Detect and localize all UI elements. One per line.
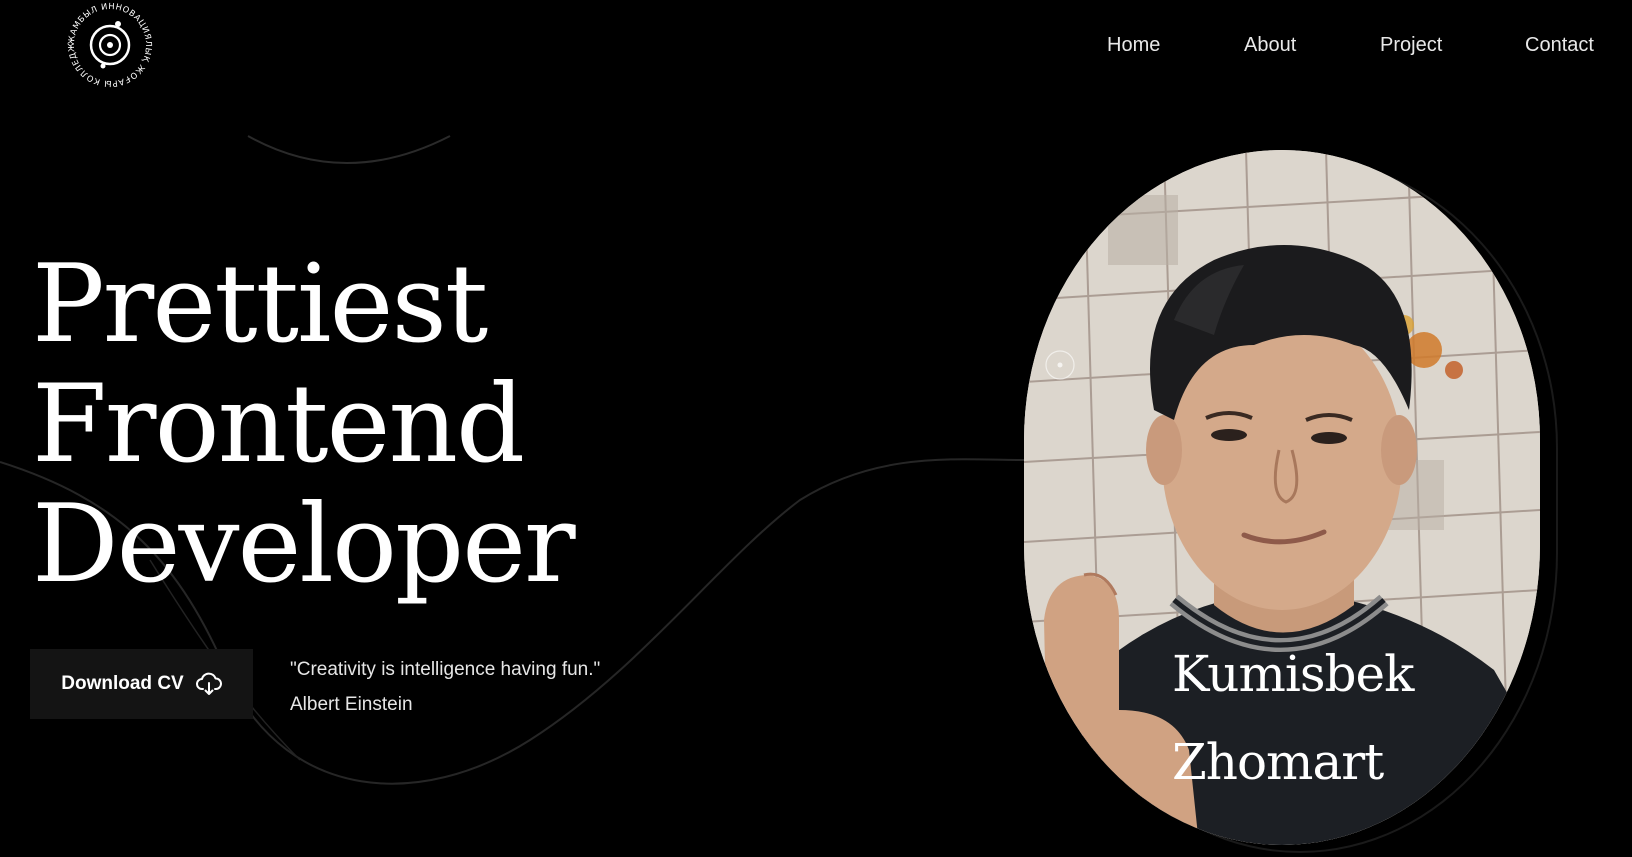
portrait-first-name: Kumisbek: [1172, 645, 1414, 703]
quote-block: "Creativity is intelligence having fun."…: [290, 652, 600, 722]
portrait-name: Kumisbek Zhomart: [1172, 630, 1414, 806]
portrait-frame: Kumisbek Zhomart: [1024, 150, 1558, 853]
hero-title-line-1: Prettiest: [32, 242, 488, 367]
hero-title-line-2: Frontend: [32, 362, 525, 487]
nav-contact-link[interactable]: Contact: [1525, 30, 1596, 60]
quote-text: "Creativity is intelligence having fun.": [290, 659, 601, 680]
college-logo-icon[interactable]: ЖАМБЫЛ ИННОВАЦИЯЛЫҚ ЖОҒАРЫ КОЛЛЕДЖІ: [63, 0, 157, 90]
portrait-last-name: Zhomart: [1172, 733, 1384, 791]
download-cv-button[interactable]: Download CV: [30, 649, 253, 719]
quote-author: Albert Einstein: [290, 694, 413, 715]
download-cv-label: Download CV: [61, 673, 184, 694]
hero-title: Prettiest Frontend Developer: [32, 242, 576, 607]
hero-title-line-3: Developer: [32, 482, 576, 607]
portrait-photo: Kumisbek Zhomart: [1024, 150, 1540, 845]
cloud-download-icon: [195, 672, 222, 695]
hero-page: ЖАМБЫЛ ИННОВАЦИЯЛЫҚ ЖОҒАРЫ КОЛЛЕДЖІ Home…: [0, 0, 1632, 857]
